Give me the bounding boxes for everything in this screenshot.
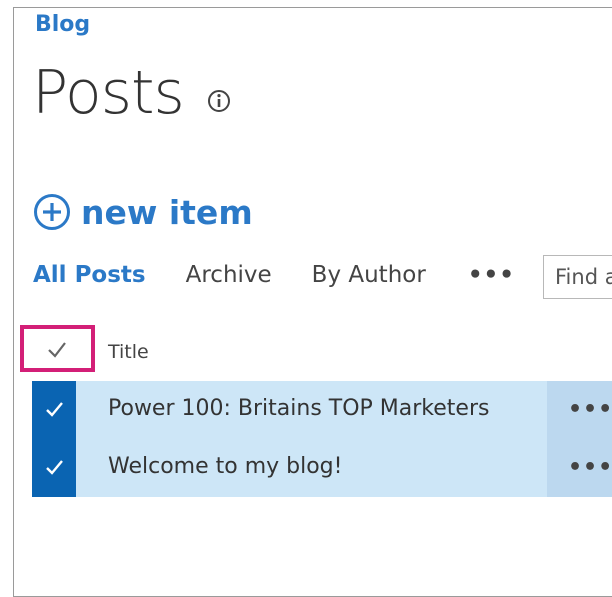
- search-input[interactable]: [543, 255, 612, 299]
- page-title: Posts: [32, 58, 185, 128]
- view-tab-by-author[interactable]: By Author: [312, 262, 426, 288]
- circle-plus-icon: [34, 194, 70, 230]
- checkmark-icon: [48, 342, 66, 358]
- ellipsis-icon: •••: [568, 397, 612, 422]
- checkmark-icon: [46, 460, 63, 475]
- row-menu-button[interactable]: •••: [547, 381, 612, 439]
- column-header-title[interactable]: Title: [108, 341, 149, 363]
- view-tabs: All Posts Archive By Author •••: [33, 262, 515, 288]
- breadcrumb-blog-link[interactable]: Blog: [35, 12, 90, 37]
- list-row[interactable]: Power 100: Britains TOP Marketers •••: [32, 381, 612, 439]
- row-title-link[interactable]: Welcome to my blog!: [108, 454, 342, 479]
- row-select-checkbox[interactable]: [32, 439, 76, 497]
- checkmark-icon: [46, 402, 63, 417]
- new-item-button[interactable]: new item: [33, 190, 253, 234]
- more-views-button[interactable]: •••: [468, 262, 515, 288]
- view-tab-archive[interactable]: Archive: [186, 262, 272, 288]
- select-all-checkbox[interactable]: [20, 325, 95, 372]
- row-title-link[interactable]: Power 100: Britains TOP Marketers: [108, 396, 489, 421]
- row-menu-button[interactable]: •••: [547, 439, 612, 497]
- new-item-label: new item: [81, 192, 253, 232]
- row-select-checkbox[interactable]: [32, 381, 76, 439]
- ellipsis-icon: •••: [568, 455, 612, 480]
- info-icon[interactable]: [207, 89, 231, 113]
- view-tab-all-posts[interactable]: All Posts: [33, 262, 146, 288]
- list-row[interactable]: Welcome to my blog! •••: [32, 439, 612, 497]
